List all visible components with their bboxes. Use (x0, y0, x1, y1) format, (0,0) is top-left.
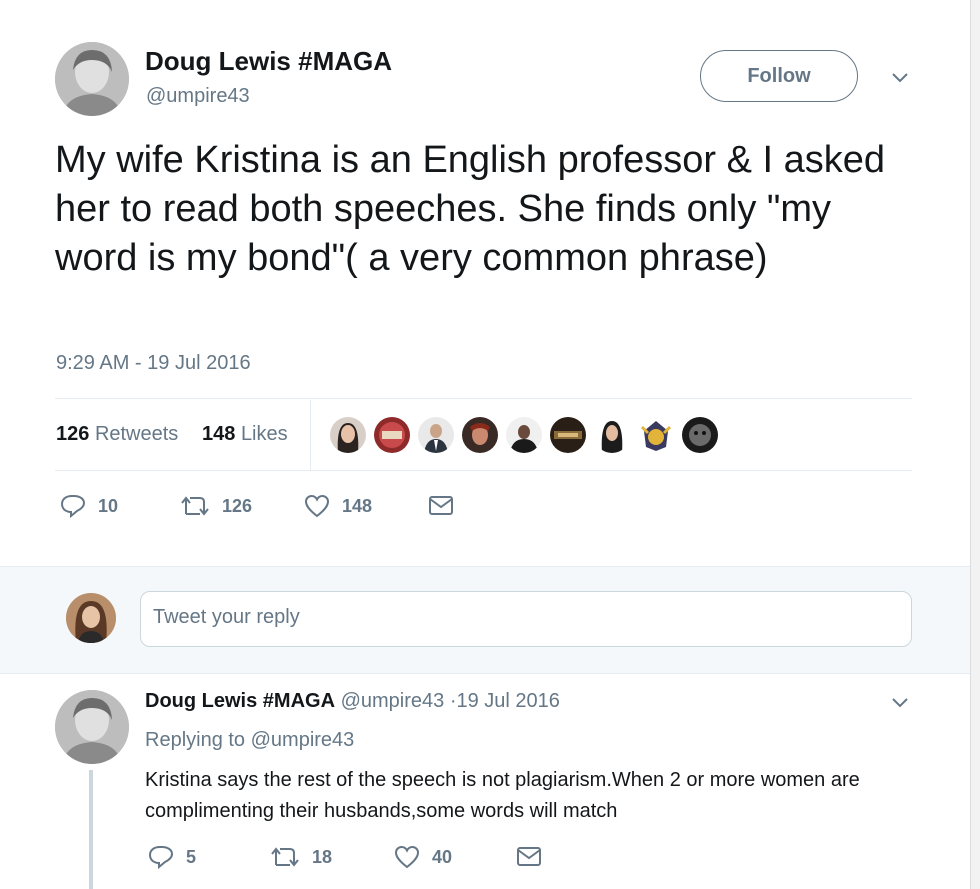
envelope-icon (517, 847, 541, 866)
retweet-icon (181, 496, 209, 516)
reply-handle[interactable]: @umpire43 (341, 690, 445, 712)
chevron-down-icon[interactable] (890, 67, 910, 87)
reply-action[interactable]: 10 (60, 494, 118, 518)
liker-avatar[interactable] (638, 417, 674, 453)
liker-avatar[interactable] (550, 417, 586, 453)
reply-date[interactable]: ·19 Jul 2016 (450, 690, 560, 712)
retweet-icon (271, 847, 299, 867)
liker-avatar[interactable] (418, 417, 454, 453)
retweet-count: 18 (312, 846, 333, 867)
likes-stat[interactable]: 148 Likes (202, 423, 288, 446)
like-count: 40 (432, 846, 453, 867)
retweet-count: 126 (222, 495, 253, 516)
liker-avatar[interactable] (374, 417, 410, 453)
like-count: 148 (342, 495, 373, 516)
window-edge (970, 0, 980, 889)
liker-avatar[interactable] (682, 417, 718, 453)
reply-icon (60, 495, 86, 518)
reply-author-avatar[interactable] (55, 690, 129, 764)
author-avatar[interactable] (55, 42, 129, 116)
author-handle[interactable]: @umpire43 (146, 85, 250, 108)
follow-button[interactable]: Follow (700, 50, 858, 102)
liker-avatar[interactable] (462, 417, 498, 453)
reply-text: Kristina says the rest of the speech is … (145, 769, 860, 822)
heart-icon (304, 494, 330, 518)
current-user-avatar[interactable] (66, 593, 116, 643)
reply-action[interactable]: 5 (148, 845, 196, 869)
author-display-name[interactable]: Doug Lewis #MAGA (145, 46, 392, 77)
replying-to[interactable]: Replying to @umpire43 (145, 729, 354, 752)
retweets-label: Retweets (94, 423, 179, 445)
retweets-stat[interactable]: 126 Retweets (56, 423, 178, 446)
like-action[interactable]: 40 (394, 845, 452, 869)
reply-icon (148, 846, 174, 869)
tweet-text: My wife Kristina is an English professor… (55, 139, 886, 279)
divider (55, 470, 912, 471)
reply-display-name[interactable]: Doug Lewis #MAGA (145, 690, 335, 712)
reply-count: 5 (186, 846, 197, 867)
liker-avatar[interactable] (330, 417, 366, 453)
divider (55, 398, 912, 399)
retweet-action[interactable]: 18 (270, 845, 332, 869)
thread-line (89, 770, 93, 889)
heart-icon (394, 845, 420, 869)
dm-action[interactable] (516, 845, 542, 869)
likes-count: 148 (202, 423, 236, 445)
like-action[interactable]: 148 (304, 494, 372, 518)
liker-avatar[interactable] (594, 417, 630, 453)
chevron-down-icon[interactable] (890, 692, 910, 712)
liker-avatar[interactable] (506, 417, 542, 453)
divider (310, 400, 311, 470)
reply-count: 10 (98, 495, 119, 516)
retweets-count: 126 (56, 423, 90, 445)
dm-action[interactable] (428, 494, 454, 518)
tweet-timestamp[interactable]: 9:29 AM - 19 Jul 2016 (56, 352, 251, 375)
reply-header: Doug Lewis #MAGA @umpire43 ·19 Jul 2016 (145, 690, 560, 713)
retweet-action[interactable]: 126 (180, 494, 252, 518)
envelope-icon (429, 496, 453, 515)
reply-input[interactable]: Tweet your reply (140, 591, 912, 647)
likes-label: Likes (240, 423, 288, 445)
